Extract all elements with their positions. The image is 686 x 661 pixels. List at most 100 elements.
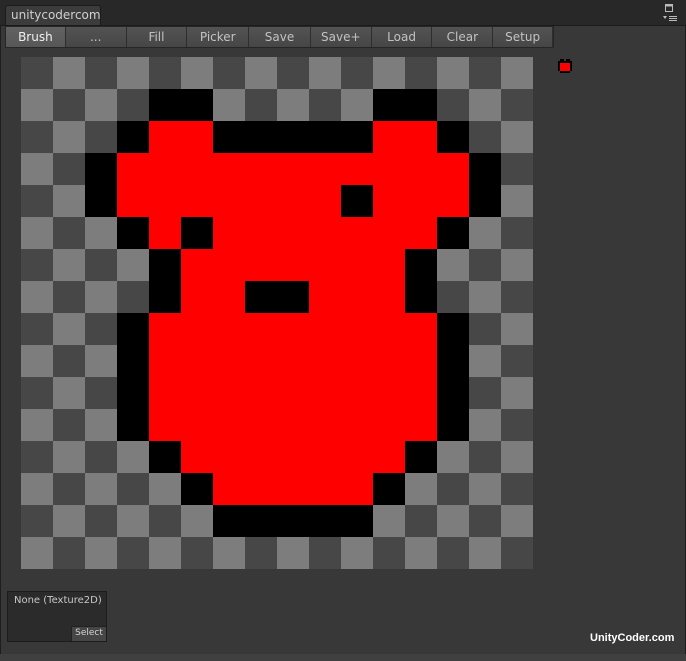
canvas-pixel[interactable] bbox=[117, 121, 149, 153]
canvas-pixel[interactable] bbox=[21, 505, 53, 537]
canvas-pixel[interactable] bbox=[181, 89, 213, 121]
canvas-pixel[interactable] bbox=[469, 281, 501, 313]
canvas-pixel[interactable] bbox=[245, 473, 277, 505]
canvas-pixel[interactable] bbox=[53, 537, 85, 569]
canvas-pixel[interactable] bbox=[373, 249, 405, 281]
canvas-pixel[interactable] bbox=[245, 153, 277, 185]
canvas-pixel[interactable] bbox=[53, 377, 85, 409]
canvas-pixel[interactable] bbox=[277, 153, 309, 185]
window-options-icon[interactable] bbox=[663, 15, 677, 26]
canvas-pixel[interactable] bbox=[85, 185, 117, 217]
canvas-pixel[interactable] bbox=[245, 121, 277, 153]
canvas-pixel[interactable] bbox=[277, 57, 309, 89]
canvas-pixel[interactable] bbox=[149, 313, 181, 345]
canvas-pixel[interactable] bbox=[85, 249, 117, 281]
canvas-pixel[interactable] bbox=[85, 345, 117, 377]
canvas-pixel[interactable] bbox=[21, 537, 53, 569]
canvas-pixel[interactable] bbox=[501, 57, 533, 89]
canvas-pixel[interactable] bbox=[405, 185, 437, 217]
canvas-pixel[interactable] bbox=[309, 313, 341, 345]
canvas-pixel[interactable] bbox=[469, 185, 501, 217]
window-maximize-icon[interactable] bbox=[665, 4, 673, 15]
tool-button-fill[interactable]: Fill bbox=[126, 27, 188, 47]
tool-button-more[interactable]: ... bbox=[65, 27, 127, 47]
canvas-pixel[interactable] bbox=[181, 409, 213, 441]
canvas-pixel[interactable] bbox=[501, 281, 533, 313]
canvas-pixel[interactable] bbox=[117, 185, 149, 217]
canvas-pixel[interactable] bbox=[501, 313, 533, 345]
canvas-pixel[interactable] bbox=[85, 121, 117, 153]
canvas-pixel[interactable] bbox=[181, 313, 213, 345]
canvas-pixel[interactable] bbox=[277, 505, 309, 537]
canvas-pixel[interactable] bbox=[277, 473, 309, 505]
canvas-pixel[interactable] bbox=[341, 537, 373, 569]
canvas-pixel[interactable] bbox=[405, 217, 437, 249]
canvas-pixel[interactable] bbox=[21, 249, 53, 281]
canvas-pixel[interactable] bbox=[117, 57, 149, 89]
canvas-pixel[interactable] bbox=[181, 505, 213, 537]
canvas-pixel[interactable] bbox=[149, 89, 181, 121]
canvas-pixel[interactable] bbox=[309, 281, 341, 313]
canvas-pixel[interactable] bbox=[309, 153, 341, 185]
canvas-pixel[interactable] bbox=[437, 537, 469, 569]
canvas-pixel[interactable] bbox=[341, 57, 373, 89]
canvas-pixel[interactable] bbox=[53, 441, 85, 473]
canvas-pixel[interactable] bbox=[341, 441, 373, 473]
canvas-pixel[interactable] bbox=[181, 185, 213, 217]
canvas-pixel[interactable] bbox=[245, 537, 277, 569]
canvas-pixel[interactable] bbox=[373, 537, 405, 569]
canvas-pixel[interactable] bbox=[53, 313, 85, 345]
canvas-pixel[interactable] bbox=[213, 537, 245, 569]
canvas-pixel[interactable] bbox=[21, 441, 53, 473]
canvas-pixel[interactable] bbox=[213, 441, 245, 473]
canvas-pixel[interactable] bbox=[85, 281, 117, 313]
canvas-pixel[interactable] bbox=[373, 89, 405, 121]
canvas-pixel[interactable] bbox=[373, 409, 405, 441]
canvas-pixel[interactable] bbox=[277, 185, 309, 217]
canvas-pixel[interactable] bbox=[341, 89, 373, 121]
canvas-pixel[interactable] bbox=[117, 377, 149, 409]
canvas-pixel[interactable] bbox=[277, 281, 309, 313]
canvas-pixel[interactable] bbox=[85, 89, 117, 121]
canvas-pixel[interactable] bbox=[117, 505, 149, 537]
canvas-pixel[interactable] bbox=[21, 185, 53, 217]
canvas-pixel[interactable] bbox=[309, 537, 341, 569]
canvas-pixel[interactable] bbox=[277, 217, 309, 249]
canvas-pixel[interactable] bbox=[53, 345, 85, 377]
canvas-pixel[interactable] bbox=[213, 89, 245, 121]
canvas-pixel[interactable] bbox=[213, 473, 245, 505]
canvas-pixel[interactable] bbox=[149, 281, 181, 313]
canvas-pixel[interactable] bbox=[85, 217, 117, 249]
canvas-pixel[interactable] bbox=[309, 185, 341, 217]
canvas-pixel[interactable] bbox=[85, 473, 117, 505]
canvas-pixel[interactable] bbox=[405, 281, 437, 313]
canvas-pixel[interactable] bbox=[437, 185, 469, 217]
canvas-pixel[interactable] bbox=[469, 537, 501, 569]
canvas-pixel[interactable] bbox=[53, 249, 85, 281]
canvas-pixel[interactable] bbox=[53, 121, 85, 153]
canvas-pixel[interactable] bbox=[213, 57, 245, 89]
canvas-pixel[interactable] bbox=[53, 281, 85, 313]
canvas-pixel[interactable] bbox=[181, 153, 213, 185]
tool-button-load[interactable]: Load bbox=[371, 27, 433, 47]
canvas-pixel[interactable] bbox=[341, 313, 373, 345]
canvas-pixel[interactable] bbox=[405, 441, 437, 473]
canvas-pixel[interactable] bbox=[245, 185, 277, 217]
canvas-pixel[interactable] bbox=[405, 537, 437, 569]
canvas-pixel[interactable] bbox=[437, 409, 469, 441]
canvas-pixel[interactable] bbox=[245, 89, 277, 121]
canvas-pixel[interactable] bbox=[373, 217, 405, 249]
canvas-pixel[interactable] bbox=[373, 121, 405, 153]
canvas-pixel[interactable] bbox=[309, 505, 341, 537]
canvas-pixel[interactable] bbox=[149, 185, 181, 217]
canvas-pixel[interactable] bbox=[469, 57, 501, 89]
canvas-pixel[interactable] bbox=[373, 185, 405, 217]
tool-button-setup[interactable]: Setup bbox=[493, 27, 554, 47]
canvas-pixel[interactable] bbox=[277, 249, 309, 281]
canvas-pixel[interactable] bbox=[469, 377, 501, 409]
canvas-pixel[interactable] bbox=[181, 537, 213, 569]
canvas-pixel[interactable] bbox=[149, 377, 181, 409]
canvas-pixel[interactable] bbox=[53, 473, 85, 505]
canvas-pixel[interactable] bbox=[149, 473, 181, 505]
canvas-pixel[interactable] bbox=[437, 281, 469, 313]
